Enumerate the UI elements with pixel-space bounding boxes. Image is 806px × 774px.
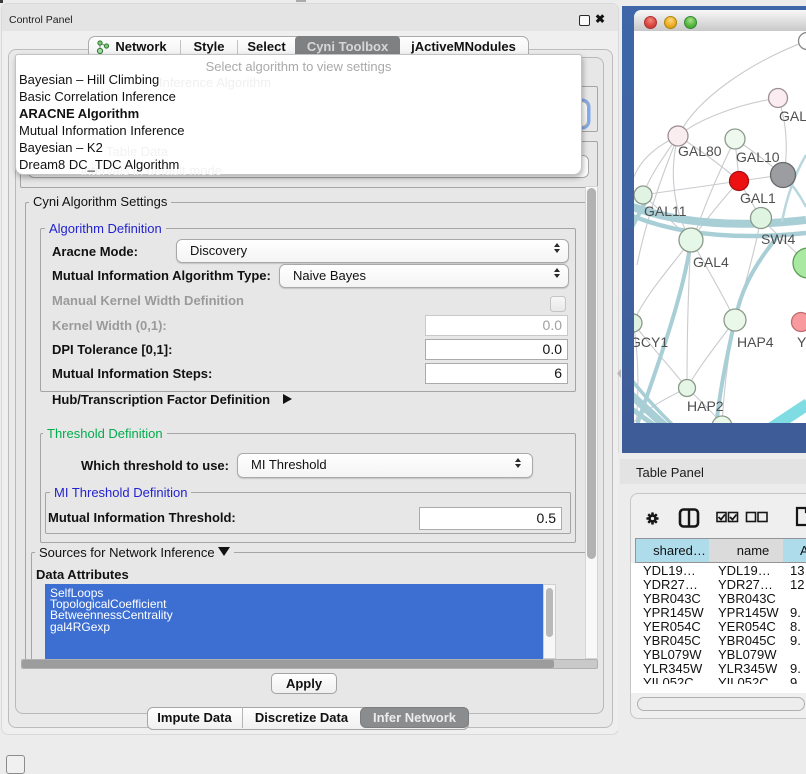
svg-text:GAL11: GAL11 [644, 203, 687, 219]
svg-text:HAP2: HAP2 [687, 398, 724, 414]
svg-text:GAL4: GAL4 [693, 254, 729, 270]
svg-text:HAP4: HAP4 [737, 334, 774, 350]
svg-text:SWI4: SWI4 [761, 231, 795, 247]
svg-text:GAL10: GAL10 [736, 149, 780, 165]
svg-text:GAL2: GAL2 [779, 108, 806, 124]
svg-text:GAL80: GAL80 [678, 143, 722, 159]
svg-text:YM: YM [797, 334, 806, 350]
svg-text:GAL1: GAL1 [740, 190, 776, 206]
svg-text:GCY1: GCY1 [634, 334, 668, 350]
